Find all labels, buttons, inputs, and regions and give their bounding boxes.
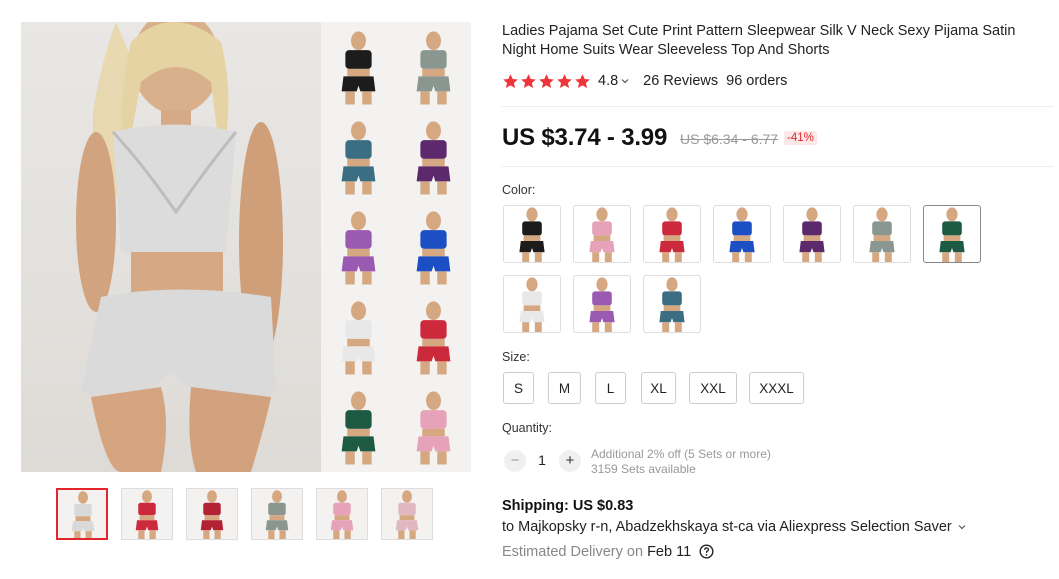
help-icon[interactable] [699, 544, 714, 563]
main-product-image[interactable] [21, 22, 471, 472]
grid-variant-image [396, 292, 471, 382]
reviews-link[interactable]: 26 Reviews [643, 73, 718, 89]
size-option-xxl[interactable]: XXL [689, 372, 737, 404]
star-icon [520, 73, 537, 90]
grid-variant-image [396, 22, 471, 112]
color-swatch-purple[interactable] [783, 205, 841, 263]
grid-variant-image [396, 382, 471, 472]
grid-variant-image [396, 202, 471, 292]
current-price: US $3.74 - 3.99 [502, 124, 668, 151]
quantity-label: Quantity: [502, 421, 553, 435]
color-swatch-black[interactable] [503, 205, 561, 263]
delivery-date: Feb 11 [647, 544, 692, 560]
grid-variant-image [321, 112, 396, 202]
gallery-thumbnail[interactable] [251, 488, 303, 540]
quantity-value[interactable]: 1 [534, 452, 550, 468]
shipping-destination-text[interactable]: to Majkopsky r-n, Abadzekhskaya st-ca vi… [502, 519, 952, 535]
grid-variant-image [321, 22, 396, 112]
rating-stars [502, 73, 591, 90]
original-price: US $6.34 - 6.77 [680, 131, 779, 147]
delivery-label: Estimated Delivery on [502, 544, 644, 560]
size-option-m[interactable]: M [548, 372, 581, 404]
divider [502, 106, 1054, 107]
estimated-delivery: Estimated Delivery on Feb 11 [502, 544, 714, 563]
grid-variant-image [321, 382, 396, 472]
shipping-destination[interactable]: to Majkopsky r-n, Abadzekhskaya st-ca vi… [502, 519, 966, 535]
divider [502, 166, 1054, 167]
rating-row: 4.8 26 Reviews 96 orders [502, 72, 787, 90]
quantity-plus-button[interactable]: + [559, 450, 581, 472]
chevron-down-icon[interactable] [958, 519, 966, 535]
shipping-cost: Shipping: US $0.83 [502, 498, 634, 514]
color-swatch-green[interactable] [923, 205, 981, 263]
bulk-discount-note: Additional 2% off (5 Sets or more) [591, 447, 771, 461]
gallery-thumbnail[interactable] [316, 488, 368, 540]
rating-value: 4.8 [598, 73, 619, 89]
color-swatch-pink[interactable] [573, 205, 631, 263]
grid-variant-image [396, 112, 471, 202]
color-swatch-white[interactable] [503, 275, 561, 333]
gallery-thumbnail[interactable] [121, 488, 173, 540]
grid-variant-image [321, 202, 396, 292]
star-icon [574, 73, 591, 90]
color-swatch-blue[interactable] [713, 205, 771, 263]
star-icon [502, 73, 519, 90]
color-swatch-teal[interactable] [643, 275, 701, 333]
gallery-thumbnail[interactable] [56, 488, 108, 540]
stock-available: 3159 Sets available [591, 462, 696, 476]
size-option-s[interactable]: S [503, 372, 534, 404]
discount-badge: -41% [784, 131, 817, 145]
gallery-thumbnail[interactable] [381, 488, 433, 540]
gallery-thumbnail[interactable] [186, 488, 238, 540]
color-swatch-red[interactable] [643, 205, 701, 263]
star-icon [556, 73, 573, 90]
color-variant-grid [321, 22, 471, 472]
color-swatch-violet[interactable] [573, 275, 631, 333]
size-label: Size: [502, 350, 530, 364]
color-label: Color: [502, 183, 536, 197]
color-swatch-grey[interactable] [853, 205, 911, 263]
size-option-l[interactable]: L [595, 372, 626, 404]
star-icon [538, 73, 555, 90]
grid-variant-image [321, 292, 396, 382]
model-photo [21, 22, 321, 472]
chevron-down-icon[interactable] [621, 73, 629, 89]
size-option-xxxl[interactable]: XXXL [749, 372, 804, 404]
orders-count: 96 orders [726, 73, 788, 89]
product-title: Ladies Pajama Set Cute Print Pattern Sle… [502, 23, 1016, 58]
quantity-minus-button[interactable]: − [504, 450, 526, 472]
size-option-xl[interactable]: XL [641, 372, 676, 404]
